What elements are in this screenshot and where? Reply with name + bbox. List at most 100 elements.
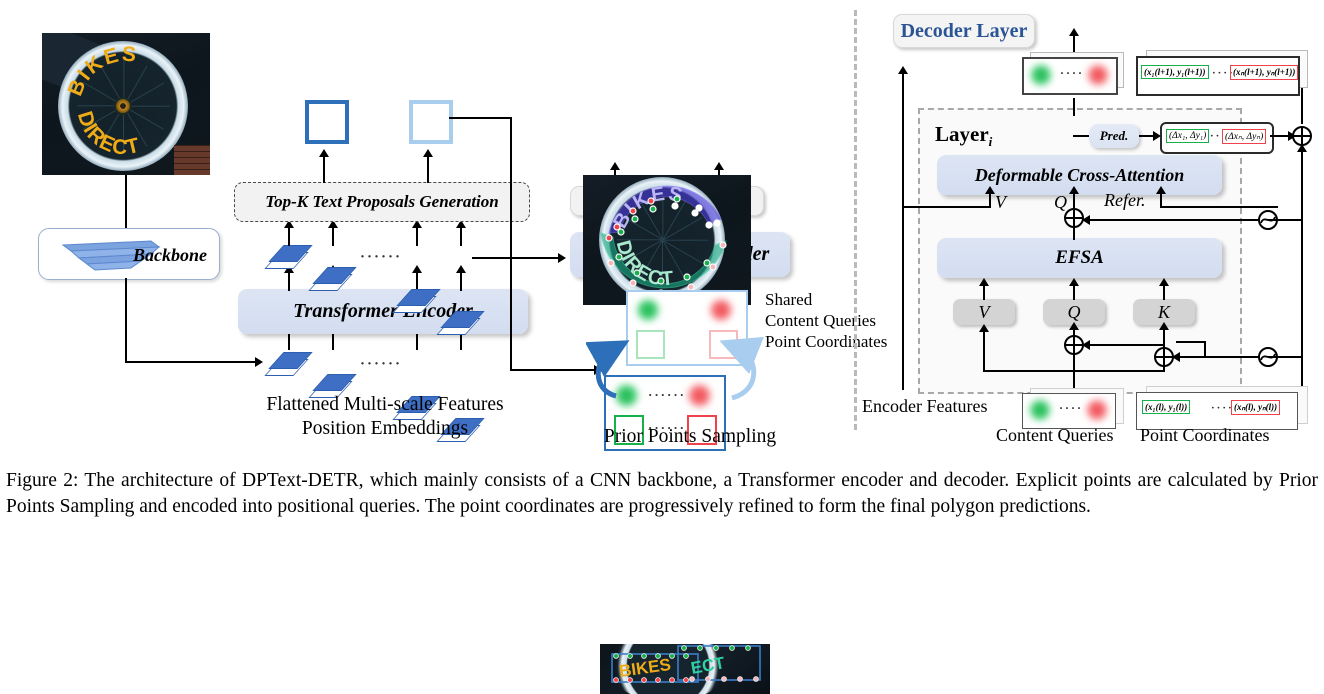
sine-lower-to-k bbox=[1176, 356, 1260, 358]
arrow-head bbox=[985, 186, 995, 194]
arrow-head bbox=[1069, 278, 1079, 286]
decoder-layer-title: Decoder Layer bbox=[900, 19, 1028, 42]
arrow-head bbox=[1156, 186, 1166, 194]
v-box: V bbox=[953, 299, 1015, 325]
output-coord-last: (xₙ(l+1), yₙ(l+1)) bbox=[1230, 65, 1299, 80]
panel-divider bbox=[854, 10, 857, 430]
delta-first: (Δx₁, Δy₁) bbox=[1166, 129, 1210, 143]
arrow-head bbox=[1159, 322, 1169, 330]
topk-proposals-label: Top-K Text Proposals Generation bbox=[265, 192, 499, 211]
v-feed-line bbox=[903, 206, 991, 208]
arrow-head bbox=[1069, 186, 1079, 194]
connector-encoder-to-decoder bbox=[472, 257, 558, 259]
input-query-ellipsis: ···· bbox=[1059, 401, 1084, 415]
figure-root: BIKES DIRECT Backbone ······ Transformer… bbox=[0, 0, 1324, 694]
arrow-line bbox=[1073, 135, 1089, 137]
arrow-head bbox=[423, 149, 433, 157]
coord-bus-line bbox=[1301, 148, 1303, 390]
output-query-card-front: ···· bbox=[1022, 57, 1118, 95]
svg-text:ECT: ECT bbox=[689, 653, 726, 678]
content-queries-feed bbox=[1073, 344, 1075, 388]
svg-text:BIKES: BIKES bbox=[64, 43, 139, 100]
feature-map bbox=[308, 267, 357, 291]
arrow-head bbox=[1159, 278, 1169, 286]
arrow-line bbox=[1073, 284, 1075, 300]
connector-backbone-down bbox=[125, 278, 127, 362]
connector-proposal-to-prior bbox=[510, 369, 594, 371]
arrow-head bbox=[558, 253, 566, 263]
point-coordinates-label: Point Coordinates bbox=[1140, 425, 1270, 445]
feature-map bbox=[264, 245, 313, 269]
output-point-coords-stack: (x₁(l+1), y₁(l+1)) ···· (xₙ(l+1), yₙ(l+1… bbox=[1136, 50, 1311, 98]
arrow-line bbox=[323, 155, 325, 183]
feature-maps-output: ······ bbox=[264, 245, 485, 335]
caption-flattened-features-text: Flattened Multi-scale Features bbox=[266, 394, 504, 416]
arrow-line bbox=[288, 226, 290, 246]
svg-text:BIKES: BIKES bbox=[618, 655, 672, 681]
encoder-features-label: Encoder Features bbox=[862, 396, 988, 416]
efsa-box: EFSA bbox=[937, 238, 1222, 278]
pred-label: Pred. bbox=[1099, 128, 1129, 143]
arrow-head bbox=[1069, 322, 1079, 330]
arrow-head bbox=[1082, 340, 1090, 350]
layer-label-text: Layer bbox=[935, 122, 989, 146]
coord-tap-lower bbox=[1268, 356, 1302, 358]
input-image: BIKES DIRECT bbox=[42, 33, 210, 175]
refer-annotation-label: Refer. bbox=[1104, 190, 1146, 210]
arrow-line bbox=[288, 271, 290, 291]
k-label: K bbox=[1157, 301, 1170, 322]
arrow-line bbox=[332, 226, 334, 246]
output-image: BIKES DIRECT bbox=[583, 175, 751, 305]
shared-label-line2: Content Queries bbox=[765, 311, 876, 330]
caption-prior-points: Prior Points Sampling bbox=[595, 424, 785, 450]
arrow-line bbox=[427, 155, 429, 183]
deformable-cross-attention-box: Deformable Cross-Attention bbox=[937, 155, 1222, 195]
k-loop-line bbox=[1176, 341, 1206, 343]
arrow-line bbox=[1139, 135, 1153, 137]
content-query-blob-red bbox=[1085, 398, 1109, 422]
caption-position-embeddings-text: Position Embeddings bbox=[301, 418, 469, 440]
pred-box: Pred. bbox=[1089, 124, 1139, 148]
delta-coords-box: (Δx₁, Δy₁) ·· (Δxₙ, Δyₙ) bbox=[1160, 122, 1274, 154]
arrow-line bbox=[460, 226, 462, 246]
connector-proposal-down bbox=[510, 117, 512, 371]
q-label: Q bbox=[1067, 301, 1081, 322]
layer-label: Layeri bbox=[935, 122, 993, 150]
content-queries-label: Content Queries bbox=[996, 425, 1114, 445]
caption-flattened-features: Flattened Multi-scale Features bbox=[240, 392, 530, 418]
feature-map bbox=[436, 311, 485, 335]
delta-last: (Δxₙ, Δyₙ) bbox=[1222, 129, 1267, 144]
input-coord-first: (x₁(l), y₁(l)) bbox=[1142, 400, 1191, 414]
feature-maps-ellipsis: ······ bbox=[360, 356, 403, 372]
svg-text:DIRECT: DIRECT bbox=[73, 109, 143, 160]
transformer-encoder-box: Transformer Encoder bbox=[238, 289, 528, 334]
deformable-cross-attention-label: Deformable Cross-Attention bbox=[974, 164, 1185, 185]
input-query-card-front: ···· bbox=[1022, 393, 1116, 429]
content-query-blob-green bbox=[1028, 398, 1052, 422]
feature-map bbox=[264, 352, 313, 376]
arrow-line bbox=[1270, 135, 1288, 137]
prior-points-image: BIKES ECT bbox=[600, 644, 770, 694]
q-annotation-label: Q bbox=[1054, 192, 1067, 212]
arrow-line bbox=[1163, 284, 1165, 300]
feature-maps-input: ······ bbox=[264, 352, 485, 442]
svg-text:DIRECT: DIRECT bbox=[612, 238, 676, 290]
k-loop-line bbox=[1204, 341, 1206, 357]
sine-upper-to-q bbox=[1086, 219, 1258, 221]
arrow-line bbox=[416, 271, 418, 291]
connector-to-encoder-input bbox=[125, 361, 255, 363]
arrow-head bbox=[1082, 215, 1090, 225]
arrow-to-encoder-input bbox=[255, 357, 263, 367]
proposal-square-coords bbox=[409, 100, 453, 144]
encoder-feature-bus bbox=[902, 72, 904, 390]
input-coord-last: (xₙ(l), yₙ(l)) bbox=[1231, 400, 1281, 415]
output-coord-first: (x₁(l+1), y₁(l+1)) bbox=[1141, 65, 1209, 79]
arrow-head bbox=[319, 149, 329, 157]
shared-label-line3: Point Coordinates bbox=[765, 332, 888, 351]
backbone-box: Backbone bbox=[38, 228, 220, 280]
topk-proposals-box: Top-K Text Proposals Generation bbox=[234, 182, 530, 222]
content-query-blob-red bbox=[1086, 63, 1110, 87]
feature-maps-ellipsis: ······ bbox=[360, 249, 403, 265]
connector-proposal-right bbox=[449, 117, 512, 119]
arrow-line bbox=[1073, 34, 1075, 52]
